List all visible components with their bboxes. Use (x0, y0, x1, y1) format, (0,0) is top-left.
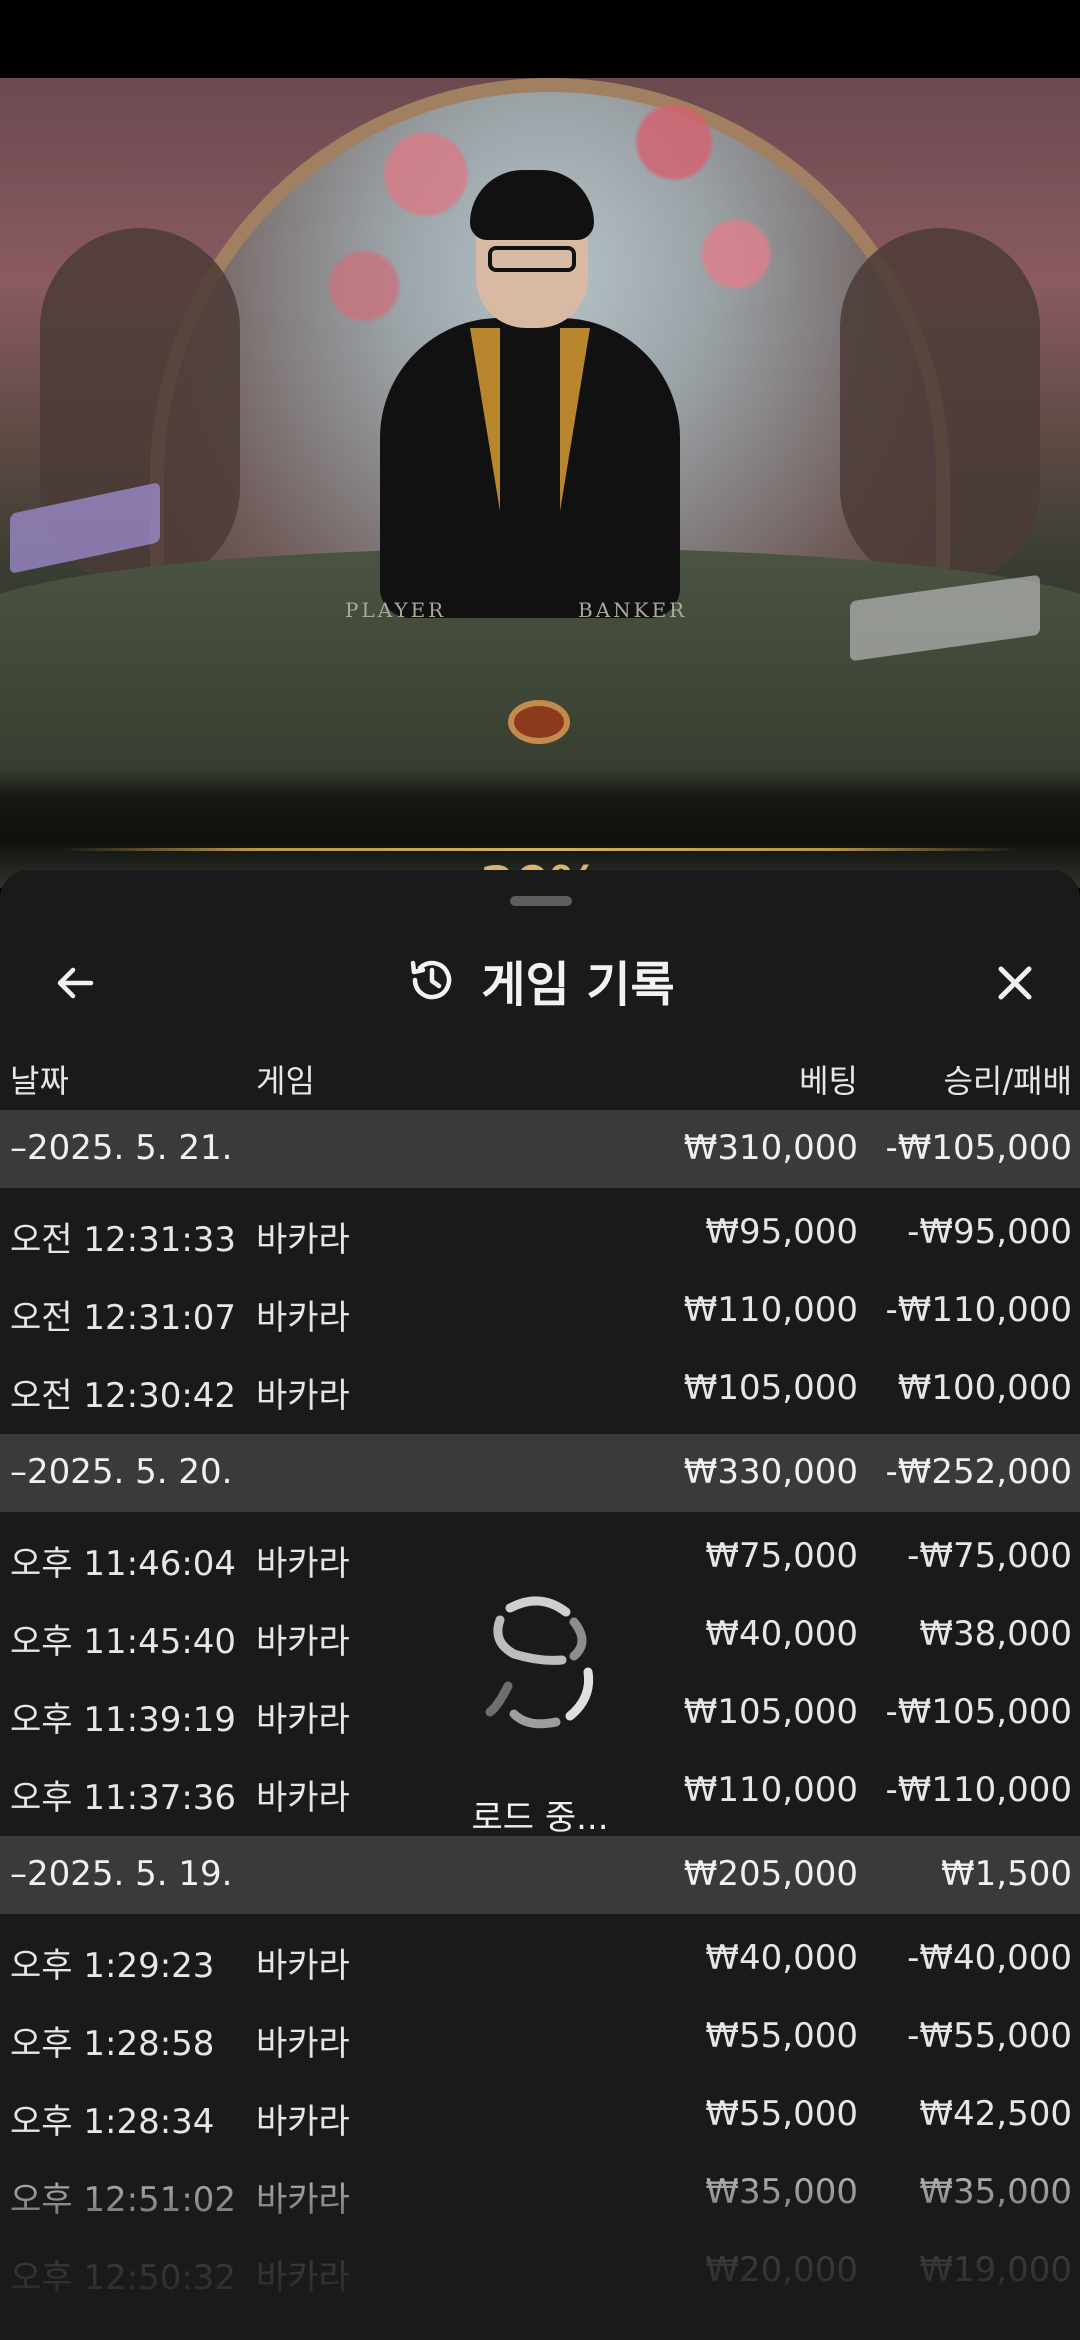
row-bet: ₩40,000 (705, 1938, 858, 1978)
column-header-bet: 베팅 (799, 1062, 858, 1100)
row-game: 바카라 (256, 1946, 350, 1986)
table-label-banker: BANKER (578, 598, 688, 622)
close-icon (998, 966, 1032, 1000)
row-result: -₩75,000 (907, 1536, 1072, 1576)
history-icon (411, 960, 452, 1000)
dragon-statue-right (840, 228, 1040, 588)
group-date: –2025. 5. 21. (10, 1128, 233, 1168)
row-result: -₩95,000 (907, 1212, 1072, 1252)
row-bet: ₩55,000 (705, 2016, 858, 2056)
group-result-total: -₩105,000 (885, 1128, 1073, 1168)
title-group: 게임 기록 (0, 940, 1080, 1020)
row-time: 오후 1:28:58 (10, 2024, 215, 2064)
row-result: -₩105,000 (885, 1692, 1073, 1732)
row-game: 바카라 (256, 1700, 350, 1740)
row-result: ₩19,000 (919, 2250, 1072, 2290)
row-game: 바카라 (256, 2024, 350, 2064)
row-bet: ₩105,000 (683, 1692, 858, 1732)
history-row[interactable]: 오후 1:28:58 바카라 ₩55,000 -₩55,000 (0, 1998, 1080, 2076)
group-date: –2025. 5. 19. (10, 1854, 233, 1894)
row-time: 오후 12:50:32 (10, 2258, 237, 2298)
history-row[interactable]: 오전 12:31:33 바카라 ₩95,000 -₩95,000 (0, 1194, 1080, 1272)
row-bet: ₩40,000 (705, 1614, 858, 1654)
row-game: 바카라 (256, 2180, 350, 2220)
row-time: 오전 12:31:07 (10, 1298, 237, 1338)
row-time: 오후 1:29:23 (10, 1946, 215, 1986)
live-video: PLAYER BANKER 20% (0, 78, 1080, 888)
row-time: 오후 11:39:19 (10, 1700, 237, 1740)
history-row[interactable]: 오후 1:29:23 바카라 ₩40,000 -₩40,000 (0, 1920, 1080, 1998)
row-result: -₩40,000 (907, 1938, 1072, 1978)
row-bet: ₩75,000 (705, 1536, 858, 1576)
row-result: ₩35,000 (919, 2172, 1072, 2212)
row-game: 바카라 (256, 2258, 350, 2298)
row-result: ₩42,500 (919, 2094, 1072, 2134)
table-chip (508, 700, 570, 744)
history-row[interactable]: 오후 1:28:34 바카라 ₩55,000 ₩42,500 (0, 2076, 1080, 2154)
row-game: 바카라 (256, 1622, 350, 1662)
history-row[interactable]: 오전 12:31:07 바카라 ₩110,000 -₩110,000 (0, 1272, 1080, 1350)
sheet-drag-handle[interactable] (510, 896, 572, 906)
row-result: -₩110,000 (885, 1290, 1073, 1330)
column-header-date: 날짜 (10, 1062, 69, 1100)
history-row[interactable]: 오후 11:46:04 바카라 ₩75,000 -₩75,000 (0, 1518, 1080, 1596)
row-time: 오후 11:46:04 (10, 1544, 237, 1584)
row-time: 오전 12:30:42 (10, 1376, 237, 1416)
row-time: 오전 12:31:33 (10, 1220, 237, 1260)
close-button[interactable] (980, 948, 1050, 1018)
row-result: ₩38,000 (919, 1614, 1072, 1654)
column-header-result: 승리/패배 (943, 1062, 1072, 1100)
progress-line-top (60, 848, 1020, 851)
row-bet: ₩110,000 (683, 1770, 858, 1810)
date-group-header[interactable]: –2025. 5. 19. ₩205,000 ₩1,500 (0, 1836, 1080, 1914)
date-group-header[interactable]: –2025. 5. 21. ₩310,000 -₩105,000 (0, 1110, 1080, 1188)
sheet-header: 게임 기록 (0, 918, 1080, 1038)
row-game: 바카라 (256, 1220, 350, 1260)
date-group-header[interactable]: –2025. 5. 20. ₩330,000 -₩252,000 (0, 1434, 1080, 1512)
row-game: 바카라 (256, 1544, 350, 1584)
row-bet: ₩35,000 (705, 2172, 858, 2212)
row-bet: ₩105,000 (683, 1368, 858, 1408)
row-time: 오후 11:45:40 (10, 1622, 237, 1662)
row-bet: ₩55,000 (705, 2094, 858, 2134)
row-result: -₩55,000 (907, 2016, 1072, 2056)
row-result: ₩100,000 (897, 1368, 1072, 1408)
column-header-game: 게임 (256, 1062, 315, 1100)
loading-text: 로드 중... (471, 1798, 609, 1838)
group-bet-total: ₩310,000 (683, 1128, 858, 1168)
table-label-player: PLAYER (345, 598, 447, 622)
row-time: 오후 12:51:02 (10, 2180, 237, 2220)
group-date: –2025. 5. 20. (10, 1452, 233, 1492)
dealer-glasses (488, 246, 576, 272)
row-game: 바카라 (256, 1298, 350, 1338)
loading-spinner-icon (485, 1596, 594, 1729)
history-row[interactable]: 오후 12:51:02 바카라 ₩35,000 ₩35,000 (0, 2154, 1080, 2232)
group-bet-total: ₩205,000 (683, 1854, 858, 1894)
history-row[interactable]: 오후 12:50:32 바카라 ₩20,000 ₩19,000 (0, 2232, 1080, 2310)
group-bet-total: ₩330,000 (683, 1452, 858, 1492)
row-time: 오후 1:28:34 (10, 2102, 215, 2142)
row-result: -₩110,000 (885, 1770, 1073, 1810)
status-bar (0, 0, 1080, 78)
row-time: 오후 11:37:36 (10, 1778, 237, 1818)
history-row[interactable]: 오전 12:30:42 바카라 ₩105,000 ₩100,000 (0, 1350, 1080, 1428)
group-result-total: ₩1,500 (941, 1854, 1072, 1894)
row-game: 바카라 (256, 2102, 350, 2142)
row-bet: ₩110,000 (683, 1290, 858, 1330)
row-bet: ₩95,000 (705, 1212, 858, 1252)
row-game: 바카라 (256, 1778, 350, 1818)
row-game: 바카라 (256, 1376, 350, 1416)
row-bet: ₩20,000 (705, 2250, 858, 2290)
column-headers: 날짜 게임 베팅 승리/패배 (0, 1038, 1080, 1110)
group-result-total: -₩252,000 (885, 1452, 1073, 1492)
sheet-title: 게임 기록 (481, 957, 675, 1013)
